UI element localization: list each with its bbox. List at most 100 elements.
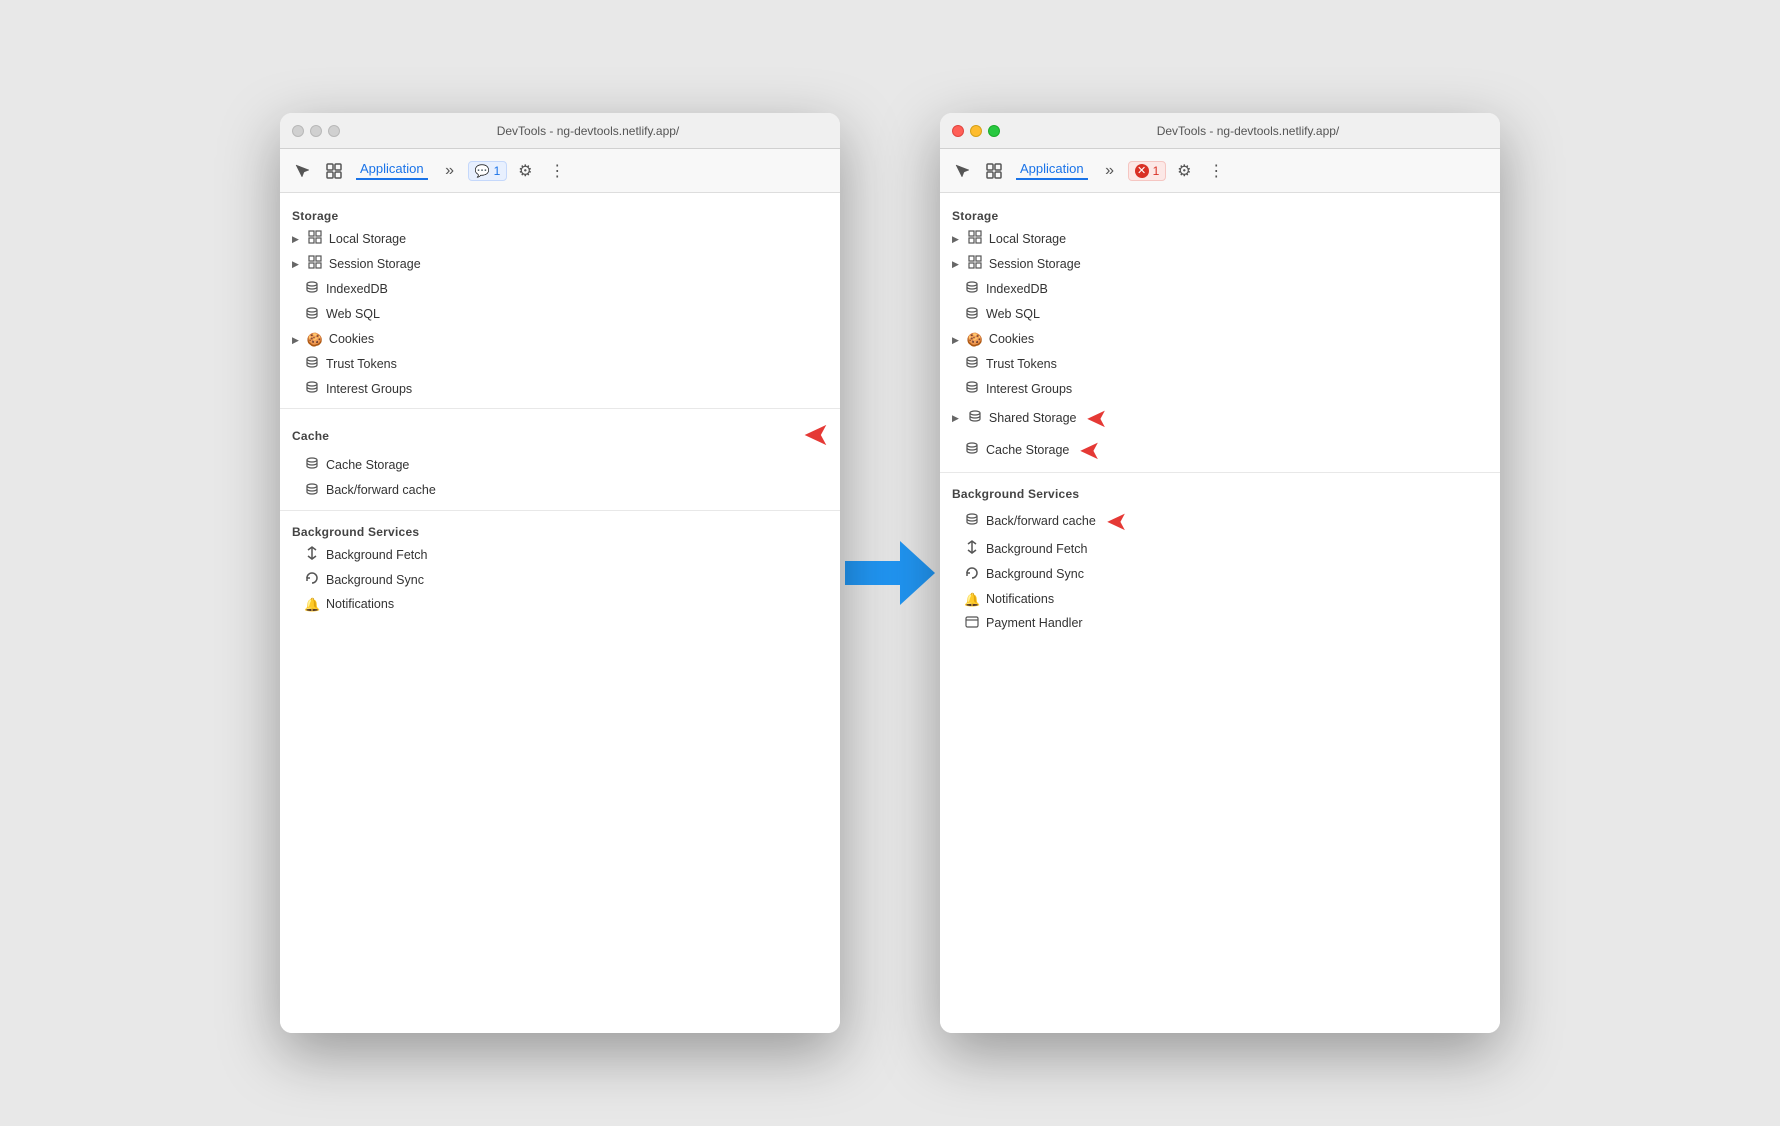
right-cookies[interactable]: ▶ 🍪 Cookies bbox=[940, 328, 1500, 352]
left-tl-max[interactable] bbox=[328, 125, 340, 137]
right-payment-handler-label: Payment Handler bbox=[986, 615, 1083, 633]
left-more-tabs[interactable]: » bbox=[436, 157, 464, 185]
left-backforward-cache[interactable]: Back/forward cache bbox=[280, 479, 840, 504]
right-backforward-cache[interactable]: Back/forward cache ➤ bbox=[940, 505, 1500, 537]
right-divider-1 bbox=[940, 472, 1500, 473]
right-shared-storage-label: Shared Storage bbox=[989, 410, 1077, 428]
right-backforward-cache-annotation: ➤ bbox=[1106, 508, 1128, 534]
right-local-storage[interactable]: ▶ Local Storage bbox=[940, 227, 1500, 252]
right-more-button[interactable]: ⋮ bbox=[1202, 157, 1230, 185]
right-shared-storage-annotation: ➤ bbox=[1086, 405, 1108, 431]
left-badge-button[interactable]: 💬 1 bbox=[468, 161, 508, 181]
left-badge-icon: 💬 bbox=[475, 164, 490, 178]
left-gear-button[interactable]: ⚙ bbox=[511, 157, 539, 185]
blue-arrow-svg bbox=[845, 533, 935, 613]
left-tl-min[interactable] bbox=[310, 125, 322, 137]
right-notifications-icon: 🔔 bbox=[964, 591, 980, 609]
right-cookies-icon: 🍪 bbox=[967, 331, 983, 349]
right-notifications[interactable]: 🔔 Notifications bbox=[940, 588, 1500, 612]
left-indexeddb-label: IndexedDB bbox=[326, 281, 388, 299]
left-cookies-label: Cookies bbox=[329, 331, 374, 349]
right-toolbar: Application » ✕ 1 ⚙ ⋮ bbox=[940, 149, 1500, 193]
right-backforward-cache-label: Back/forward cache bbox=[986, 513, 1096, 531]
right-more-tabs[interactable]: » bbox=[1096, 157, 1124, 185]
left-local-storage-icon bbox=[307, 230, 323, 249]
left-cookies-arrow-icon: ▶ bbox=[292, 334, 299, 347]
left-background-sync-icon bbox=[304, 571, 320, 590]
left-web-sql[interactable]: Web SQL bbox=[280, 303, 840, 328]
left-cache-storage[interactable]: Cache Storage bbox=[280, 453, 840, 478]
right-window: DevTools - ng-devtools.netlify.app/ Appl… bbox=[940, 113, 1500, 1033]
left-indexeddb-icon bbox=[304, 280, 320, 299]
right-background-fetch-label: Background Fetch bbox=[986, 541, 1087, 559]
right-web-sql[interactable]: Web SQL bbox=[940, 303, 1500, 328]
scene: DevTools - ng-devtools.netlify.app/ Appl… bbox=[280, 113, 1500, 1033]
right-cache-storage[interactable]: Cache Storage ➤ bbox=[940, 434, 1500, 466]
left-interest-groups-icon bbox=[304, 380, 320, 399]
left-background-fetch-label: Background Fetch bbox=[326, 547, 427, 565]
right-badge-icon: ✕ bbox=[1135, 164, 1149, 178]
left-interest-groups[interactable]: Interest Groups bbox=[280, 377, 840, 402]
left-session-storage[interactable]: ▶ Session Storage bbox=[280, 252, 840, 277]
right-titlebar: DevTools - ng-devtools.netlify.app/ bbox=[940, 113, 1500, 149]
left-background-sync-label: Background Sync bbox=[326, 572, 424, 590]
right-layers-icon[interactable] bbox=[980, 157, 1008, 185]
left-session-storage-icon bbox=[307, 255, 323, 274]
right-sidebar: Storage ▶ Local Storage ▶ Session Storag… bbox=[940, 193, 1500, 1033]
right-storage-header: Storage bbox=[940, 201, 1500, 227]
right-cookies-arrow-icon: ▶ bbox=[952, 334, 959, 347]
left-backforward-cache-label: Back/forward cache bbox=[326, 482, 436, 500]
left-notifications-icon: 🔔 bbox=[304, 596, 320, 614]
left-toolbar: Application » 💬 1 ⚙ ⋮ bbox=[280, 149, 840, 193]
left-background-sync[interactable]: Background Sync bbox=[280, 568, 840, 593]
right-payment-handler[interactable]: Payment Handler bbox=[940, 612, 1500, 636]
right-tl-close[interactable] bbox=[952, 125, 964, 137]
right-background-fetch[interactable]: Background Fetch bbox=[940, 537, 1500, 562]
right-tab-application[interactable]: Application bbox=[1016, 161, 1088, 180]
left-select-icon[interactable] bbox=[288, 157, 316, 185]
left-background-fetch[interactable]: Background Fetch bbox=[280, 543, 840, 568]
left-cache-header: Cache bbox=[280, 421, 813, 447]
left-background-fetch-icon bbox=[304, 546, 320, 565]
right-background-sync-label: Background Sync bbox=[986, 566, 1084, 584]
left-layers-icon[interactable] bbox=[320, 157, 348, 185]
left-cookies[interactable]: ▶ 🍪 Cookies bbox=[280, 328, 840, 352]
right-tl-min[interactable] bbox=[970, 125, 982, 137]
left-tl-close[interactable] bbox=[292, 125, 304, 137]
left-traffic-lights bbox=[292, 125, 340, 137]
right-shared-storage-icon bbox=[967, 409, 983, 428]
right-tl-max[interactable] bbox=[988, 125, 1000, 137]
left-more-button[interactable]: ⋮ bbox=[543, 157, 571, 185]
left-divider-2 bbox=[280, 510, 840, 511]
right-badge-button[interactable]: ✕ 1 bbox=[1128, 161, 1167, 181]
left-notifications[interactable]: 🔔 Notifications bbox=[280, 593, 840, 617]
right-interest-groups-label: Interest Groups bbox=[986, 381, 1072, 399]
left-background-header: Background Services bbox=[280, 517, 840, 543]
left-trust-tokens-label: Trust Tokens bbox=[326, 356, 397, 374]
left-tab-application[interactable]: Application bbox=[356, 161, 428, 180]
right-interest-groups[interactable]: Interest Groups bbox=[940, 377, 1500, 402]
right-select-icon[interactable] bbox=[948, 157, 976, 185]
right-trust-tokens[interactable]: Trust Tokens bbox=[940, 352, 1500, 377]
left-titlebar-text: DevTools - ng-devtools.netlify.app/ bbox=[348, 124, 828, 138]
right-gear-button[interactable]: ⚙ bbox=[1170, 157, 1198, 185]
right-trust-tokens-label: Trust Tokens bbox=[986, 356, 1057, 374]
left-local-storage-label: Local Storage bbox=[329, 231, 406, 249]
right-indexeddb-icon bbox=[964, 280, 980, 299]
left-titlebar: DevTools - ng-devtools.netlify.app/ bbox=[280, 113, 840, 149]
left-trust-tokens[interactable]: Trust Tokens bbox=[280, 352, 840, 377]
right-badge-count: 1 bbox=[1153, 164, 1160, 178]
right-titlebar-text: DevTools - ng-devtools.netlify.app/ bbox=[1008, 124, 1488, 138]
right-shared-storage[interactable]: ▶ Shared Storage ➤ bbox=[940, 402, 1500, 434]
right-background-sync[interactable]: Background Sync bbox=[940, 563, 1500, 588]
right-session-storage[interactable]: ▶ Session Storage bbox=[940, 252, 1500, 277]
left-indexeddb[interactable]: IndexedDB bbox=[280, 277, 840, 302]
left-cache-storage-icon bbox=[304, 456, 320, 475]
left-trust-tokens-icon bbox=[304, 355, 320, 374]
left-sidebar: Storage ▶ Local Storage ▶ Session Storag… bbox=[280, 193, 840, 1033]
right-local-storage-arrow: ▶ bbox=[952, 233, 959, 246]
right-shared-storage-expand: ▶ bbox=[952, 412, 959, 425]
right-indexeddb[interactable]: IndexedDB bbox=[940, 277, 1500, 302]
left-local-storage[interactable]: ▶ Local Storage bbox=[280, 227, 840, 252]
left-web-sql-label: Web SQL bbox=[326, 306, 380, 324]
